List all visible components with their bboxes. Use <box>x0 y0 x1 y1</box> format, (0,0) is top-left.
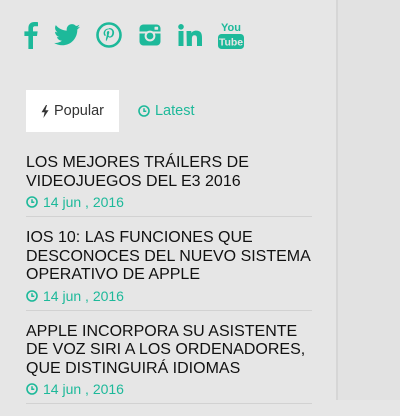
tab-popular[interactable]: Popular <box>26 90 119 132</box>
instagram-icon[interactable] <box>138 19 162 51</box>
facebook-icon[interactable] <box>24 19 38 51</box>
main-content-edge <box>336 0 400 400</box>
bolt-icon <box>41 104 49 118</box>
post-title[interactable]: IOS 10: LAS FUNCIONES QUE DESCONOCES DEL… <box>26 229 312 285</box>
post-date-text: 14 jun , 2016 <box>43 287 124 304</box>
social-icons-row: You Tube <box>24 18 260 52</box>
post-title[interactable]: LOS MEJORES TRÁILERS DE VIDEOJUEGOS DEL … <box>26 154 312 191</box>
clock-icon <box>26 196 38 208</box>
sidebar: You Tube Popular Latest LOS MEJORES TRÁI… <box>0 0 336 404</box>
post-list: LOS MEJORES TRÁILERS DE VIDEOJUEGOS DEL … <box>26 154 312 416</box>
list-item: APPLE INCORPORA SU ASISTENTE DE VOZ SIRI… <box>26 323 312 404</box>
post-date-text: 14 jun , 2016 <box>43 381 124 397</box>
post-date: 14 jun , 2016 <box>26 381 312 397</box>
list-item: IOS 10: LAS FUNCIONES QUE DESCONOCES DEL… <box>26 229 312 311</box>
youtube-icon[interactable]: You Tube <box>218 19 244 51</box>
clock-icon <box>26 383 38 395</box>
tab-popular-label: Popular <box>54 103 104 119</box>
tab-latest[interactable]: Latest <box>119 90 214 132</box>
tab-latest-label: Latest <box>154 103 195 119</box>
post-tabs: Popular Latest <box>26 90 312 132</box>
youtube-icon-bottom-text: Tube <box>219 37 243 49</box>
list-item: LOS MEJORES TRÁILERS DE VIDEOJUEGOS DEL … <box>26 154 312 217</box>
linkedin-icon[interactable] <box>178 19 202 51</box>
post-date-text: 14 jun , 2016 <box>43 194 124 210</box>
post-title[interactable]: APPLE INCORPORA SU ASISTENTE DE VOZ SIRI… <box>26 323 312 379</box>
twitter-icon[interactable] <box>54 19 80 51</box>
youtube-icon-top-text: You <box>221 22 241 34</box>
clock-icon <box>138 105 150 117</box>
post-date: 14 jun , 2016 <box>26 288 312 304</box>
post-date: 14 jun , 2016 <box>26 194 312 210</box>
clock-icon <box>26 289 38 302</box>
pinterest-icon[interactable] <box>96 19 122 51</box>
